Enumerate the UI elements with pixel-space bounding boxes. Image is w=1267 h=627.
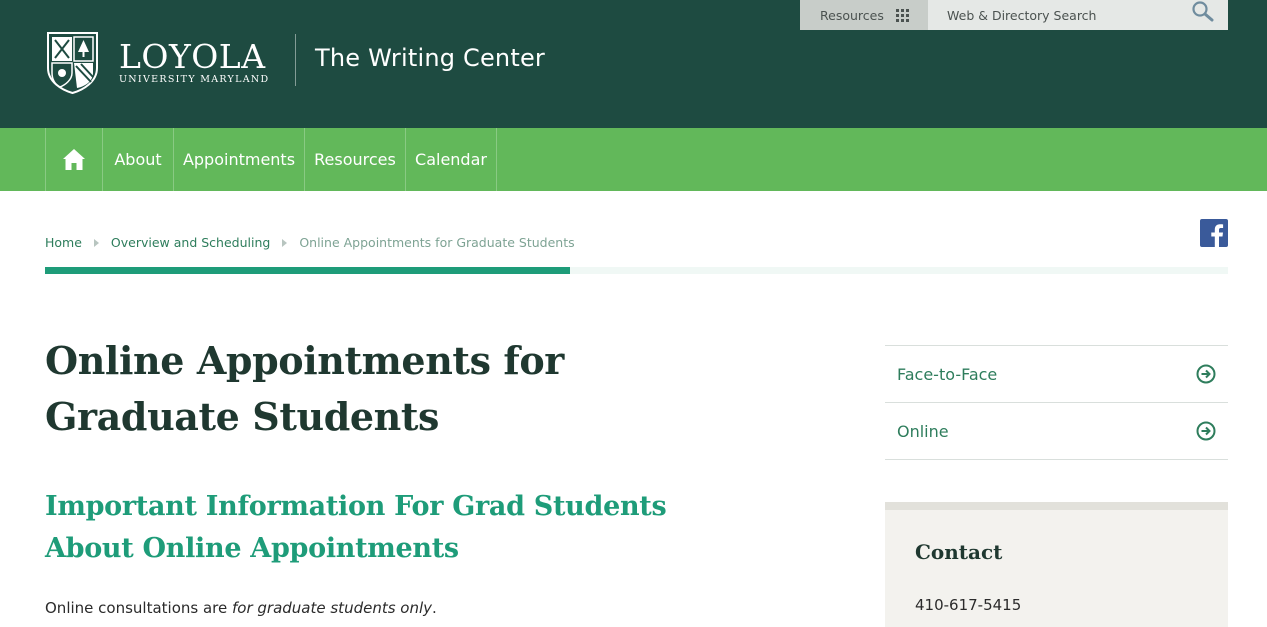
page-title: Online Appointments for Graduate Student… (45, 338, 564, 439)
sidebar-links: Face-to-Face Online (885, 345, 1228, 460)
search-placeholder: Web & Directory Search (947, 7, 1097, 23)
university-shield-logo (47, 32, 98, 95)
nav-items: About Appointments Resources Calendar (45, 128, 497, 191)
sidebar-link-face-to-face[interactable]: Face-to-Face (885, 346, 1228, 403)
breadcrumb: Home Overview and Scheduling Online Appo… (45, 235, 575, 250)
search-icon[interactable] (1191, 0, 1215, 22)
brand-sub: UNIVERSITY MARYLAND (119, 73, 270, 85)
search-input[interactable]: Web & Directory Search (928, 0, 1228, 30)
contact-box: Contact 410-617-5415 (885, 502, 1228, 627)
intro-emphasis: for graduate students only (232, 599, 433, 617)
contact-phone[interactable]: 410-617-5415 (915, 596, 1021, 614)
main-nav: About Appointments Resources Calendar (0, 128, 1267, 191)
resources-label: Resources (820, 7, 884, 23)
site-header: LOYOLA UNIVERSITY MARYLAND The Writing C… (0, 0, 1267, 128)
sidebar-link-label: Face-to-Face (897, 364, 998, 384)
nav-resources[interactable]: Resources (305, 128, 406, 191)
nav-calendar[interactable]: Calendar (406, 128, 497, 191)
resources-menu-button[interactable]: Resources (800, 0, 928, 30)
intro-paragraph: Online consultations are for graduate st… (45, 599, 437, 617)
brand-main: LOYOLA (119, 36, 266, 76)
section-heading: Important Information For Grad Students … (45, 491, 667, 564)
header-divider (295, 34, 296, 86)
circle-arrow-right-icon (1196, 364, 1216, 384)
home-icon (63, 149, 85, 170)
breadcrumb-home[interactable]: Home (45, 235, 82, 250)
university-logo[interactable]: LOYOLA UNIVERSITY MARYLAND (45, 30, 269, 95)
reading-progress-fill (45, 267, 571, 274)
facebook-icon[interactable] (1200, 219, 1228, 247)
nav-home[interactable] (46, 128, 103, 191)
sidebar-link-online[interactable]: Online (885, 403, 1228, 460)
intro-prefix: Online consultations are (45, 599, 232, 617)
sidebar-link-label: Online (897, 421, 949, 441)
brand-wordmark: LOYOLA UNIVERSITY MARYLAND (119, 36, 270, 85)
grid-icon (895, 8, 909, 22)
nav-about[interactable]: About (103, 128, 174, 191)
intro-suffix: . (432, 599, 437, 617)
breadcrumb-separator-icon (282, 238, 288, 247)
breadcrumb-separator-icon (93, 238, 99, 247)
facebook-glyph (1211, 224, 1224, 247)
reading-progress-bar (45, 267, 1228, 274)
site-name[interactable]: The Writing Center (315, 44, 545, 72)
breadcrumb-current: Online Appointments for Graduate Student… (299, 235, 575, 250)
contact-heading: Contact (915, 540, 1003, 564)
breadcrumb-overview[interactable]: Overview and Scheduling (111, 235, 270, 250)
circle-arrow-right-icon (1196, 421, 1216, 441)
nav-appointments[interactable]: Appointments (174, 128, 305, 191)
